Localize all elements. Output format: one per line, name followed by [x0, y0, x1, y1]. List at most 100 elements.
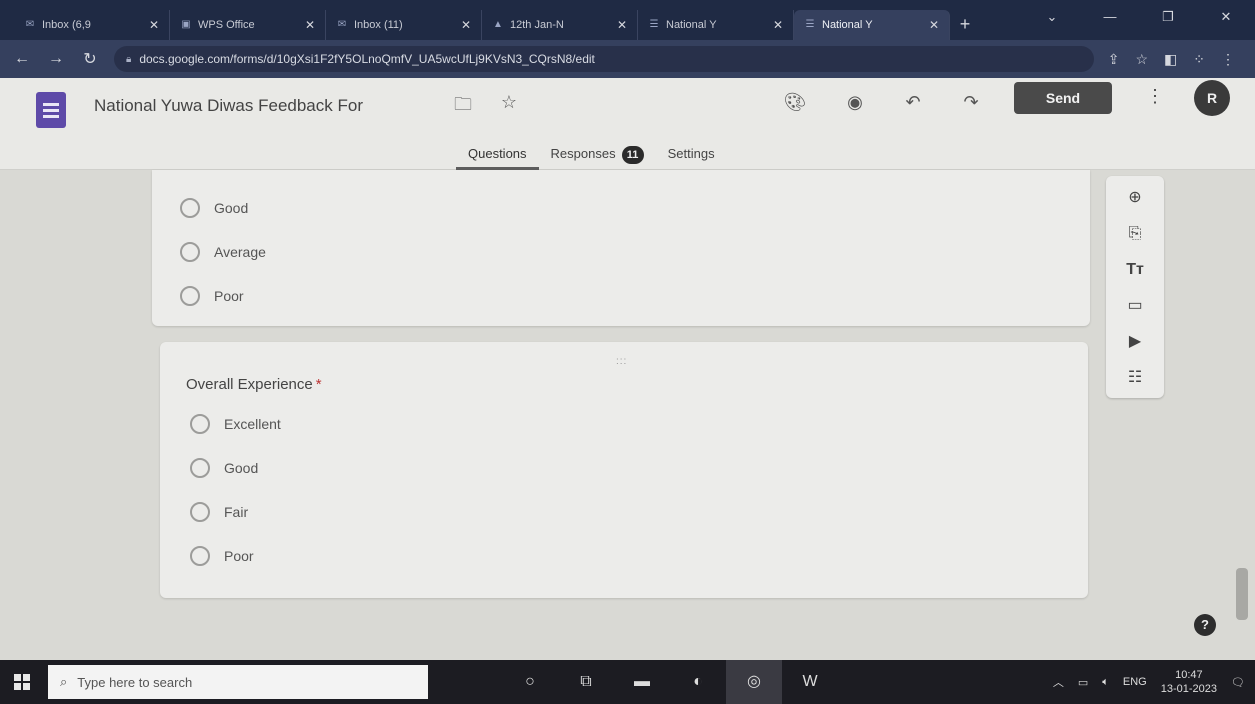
cortana-icon[interactable]: ○ [502, 660, 558, 704]
required-mark: * [315, 376, 322, 393]
browser-toolbar: ⇪ ☆ ◧ ⁘ ⋮ [1108, 51, 1243, 68]
chevron-up-icon[interactable]: ︿ [1053, 674, 1064, 690]
sidepanel-icon[interactable]: ◧ [1164, 51, 1177, 68]
help-icon[interactable]: ? [1194, 614, 1216, 636]
close-tab-icon[interactable]: ✕ [929, 18, 939, 32]
add-title-icon[interactable]: Tт [1123, 258, 1147, 282]
add-video-icon[interactable]: ▶ [1123, 330, 1147, 354]
add-section-icon[interactable]: ☷ [1123, 366, 1147, 390]
radio-option[interactable]: Poor [180, 286, 244, 306]
search-icon: ⌕ [60, 674, 68, 689]
radio-button[interactable] [190, 414, 210, 434]
browser-menu-icon[interactable]: ⋮ [1221, 51, 1235, 68]
radio-button[interactable] [180, 286, 200, 306]
browser-tab[interactable]: ✉ Inbox (6,9 ✕ [14, 10, 170, 40]
close-tab-icon[interactable]: ✕ [617, 18, 627, 32]
send-button[interactable]: Send [1014, 82, 1112, 114]
language-indicator[interactable]: ENG [1123, 676, 1147, 688]
restore-icon[interactable]: ❐ [1139, 0, 1197, 34]
extensions-icon[interactable]: ⁘ [1193, 51, 1205, 68]
minimize-icon[interactable]: — [1081, 0, 1139, 34]
firefox-icon[interactable]: ◐ [670, 660, 726, 704]
radio-button[interactable] [190, 458, 210, 478]
forward-icon[interactable]: → [46, 50, 66, 68]
redo-icon[interactable]: ↷ [958, 92, 984, 113]
radio-button[interactable] [180, 198, 200, 218]
chrome-icon[interactable]: ◎ [726, 660, 782, 704]
radio-button[interactable] [180, 242, 200, 262]
back-icon[interactable]: ← [12, 50, 32, 68]
question-card-overall-experience[interactable]: ::: Overall Experience * Excellent Good F… [160, 342, 1088, 598]
form-title[interactable]: National Yuwa Diwas Feedback For [94, 96, 363, 116]
radio-button[interactable] [190, 502, 210, 522]
url-field[interactable]: 🔒︎ docs.google.com/forms/d/10gXsi1F2fY5O… [114, 46, 1094, 72]
forms-icon: ☰ [805, 19, 815, 30]
radio-option[interactable]: Good [180, 198, 248, 218]
drag-handle-icon[interactable]: ::: [616, 356, 627, 367]
radio-option[interactable]: Average [180, 242, 266, 262]
close-window-icon[interactable]: ✕ [1197, 0, 1255, 34]
window-controls: ⌄ — ❐ ✕ [1023, 0, 1255, 34]
radio-option[interactable]: Poor [190, 546, 254, 566]
palette-icon[interactable]: 🎨︎ [782, 92, 808, 113]
close-tab-icon[interactable]: ✕ [149, 18, 159, 32]
add-question-icon[interactable]: ⊕ [1123, 186, 1147, 210]
question-card[interactable]: Good Average Poor [152, 170, 1090, 326]
new-tab-icon[interactable]: + [950, 10, 980, 40]
tab-responses[interactable]: Responses 11 [539, 140, 656, 170]
import-questions-icon[interactable]: ⎘ [1123, 222, 1147, 246]
wps-icon: ▣ [181, 19, 191, 30]
notification-icon[interactable]: 🗨︎ [1231, 676, 1245, 689]
drive-icon: ▲ [493, 19, 503, 30]
folder-icon[interactable]: 🗀︎ [450, 92, 476, 122]
form-tabs: Questions Responses 11 Settings [456, 140, 727, 170]
url-text: docs.google.com/forms/d/10gXsi1F2fY5OLno… [139, 52, 595, 66]
browser-tab[interactable]: ▣ WPS Office ✕ [170, 10, 326, 40]
taskbar-search-input[interactable]: ⌕ Type here to search [48, 665, 428, 699]
address-bar: ← → ↻ 🔒︎ docs.google.com/forms/d/10gXsi1… [0, 40, 1255, 78]
windows-taskbar: ⌕ Type here to search ○ ⧉ ▬ ◐ ◎ W ︿ ▭ 🔈︎… [0, 660, 1255, 704]
form-canvas: Good Average Poor ::: Overall Experience… [0, 170, 1255, 660]
browser-tab[interactable]: ▲ 12th Jan-N ✕ [482, 10, 638, 40]
wps-office-icon[interactable]: W [782, 660, 838, 704]
tab-settings[interactable]: Settings [656, 140, 727, 170]
lock-icon: 🔒︎ [126, 53, 132, 65]
responses-count-badge: 11 [621, 146, 644, 164]
reload-icon[interactable]: ↻ [80, 49, 100, 69]
forms-header: National Yuwa Diwas Feedback For 🗀︎ ☆ 🎨︎… [0, 78, 1255, 170]
browser-tab[interactable]: ☰ National Y ✕ [638, 10, 794, 40]
tab-search-icon[interactable]: ⌄ [1023, 0, 1081, 34]
bookmark-star-icon[interactable]: ☆ [1135, 51, 1148, 68]
browser-tab-active[interactable]: ☰ National Y ✕ [794, 10, 950, 40]
radio-button[interactable] [190, 546, 210, 566]
add-image-icon[interactable]: ▭ [1123, 294, 1147, 318]
share-icon[interactable]: ⇪ [1108, 51, 1120, 68]
battery-icon[interactable]: ▭ [1078, 676, 1088, 689]
clock[interactable]: 10:47 13-01-2023 [1161, 668, 1217, 696]
preview-eye-icon[interactable]: ◉ [842, 92, 868, 113]
tab-questions[interactable]: Questions [456, 140, 539, 170]
radio-option[interactable]: Fair [190, 502, 248, 522]
file-explorer-icon[interactable]: ▬ [614, 660, 670, 704]
taskbar-apps: ○ ⧉ ▬ ◐ ◎ W [502, 660, 838, 704]
close-tab-icon[interactable]: ✕ [305, 18, 315, 32]
volume-icon[interactable]: 🔈︎ [1102, 676, 1109, 689]
avatar[interactable]: R [1194, 80, 1230, 116]
windows-start-icon[interactable] [0, 660, 44, 704]
undo-icon[interactable]: ↶ [900, 92, 926, 113]
radio-option[interactable]: Good [190, 458, 258, 478]
google-forms-logo-icon[interactable] [36, 92, 66, 128]
gmail-icon: ✉ [337, 19, 347, 30]
system-tray: ︿ ▭ 🔈︎ ENG 10:47 13-01-2023 🗨︎ [1053, 660, 1245, 704]
question-title[interactable]: Overall Experience * [186, 376, 322, 393]
close-tab-icon[interactable]: ✕ [461, 18, 471, 32]
star-icon[interactable]: ☆ [496, 92, 522, 113]
task-view-icon[interactable]: ⧉ [558, 660, 614, 704]
scrollbar[interactable] [1236, 568, 1248, 620]
more-options-icon[interactable]: ⋮ [1146, 86, 1164, 107]
browser-tab[interactable]: ✉ Inbox (11) ✕ [326, 10, 482, 40]
close-tab-icon[interactable]: ✕ [773, 18, 783, 32]
gmail-icon: ✉ [25, 19, 35, 30]
browser-tab-strip: ✉ Inbox (6,9 ✕ ▣ WPS Office ✕ ✉ Inbox (11) ✕ ▲… [0, 0, 1255, 40]
radio-option[interactable]: Excellent [190, 414, 281, 434]
